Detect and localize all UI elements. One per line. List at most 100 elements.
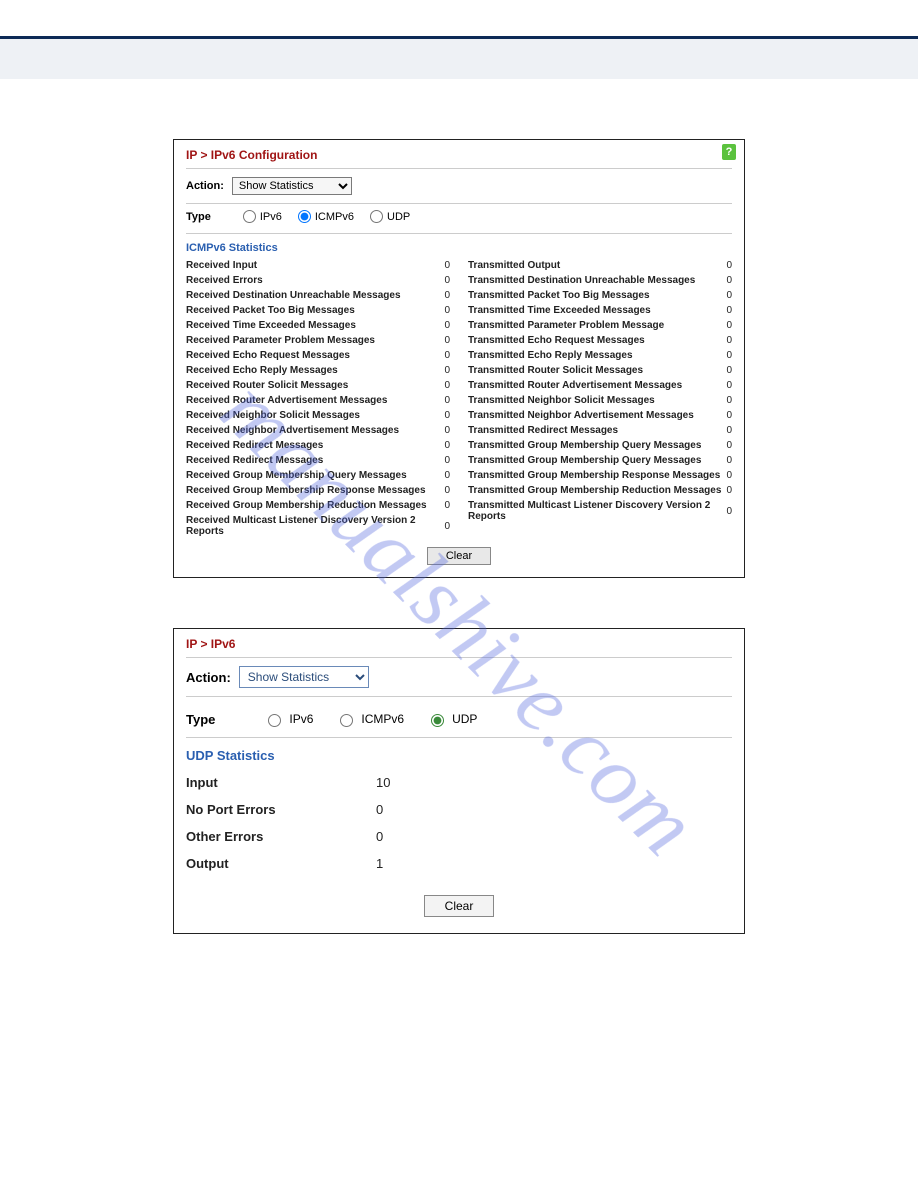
- stat-label: Received Parameter Problem Messages: [186, 335, 375, 346]
- stat-row: Received Echo Reply Messages0: [186, 363, 450, 378]
- stat-value: 0: [726, 380, 732, 391]
- stat-value: 0: [444, 470, 450, 481]
- type-radio-ipv6[interactable]: IPv6: [243, 210, 282, 223]
- type-radio-udp[interactable]: UDP: [426, 711, 477, 727]
- stat-row: Transmitted Redirect Messages 0: [468, 423, 732, 438]
- ipv6-panel: IP > IPv6 Action: Show Statistics Type I…: [173, 628, 745, 934]
- stat-label: Transmitted Router Solicit Messages: [468, 365, 643, 376]
- stat-row: Transmitted Time Exceeded Messages0: [468, 303, 732, 318]
- stat-row: Transmitted Neighbor Advertisement Messa…: [468, 408, 732, 423]
- stat-value: 0: [726, 335, 732, 346]
- type-radio-ipv6-label: IPv6: [289, 712, 313, 726]
- clear-button[interactable]: Clear: [424, 895, 495, 917]
- stat-value: 0: [444, 500, 450, 511]
- stat-row: Transmitted Router Advertisement Message…: [468, 378, 732, 393]
- stat-value: 0: [726, 365, 732, 376]
- stat-label: Transmitted Neighbor Solicit Messages: [468, 395, 655, 406]
- stat-label: Received Router Advertisement Messages: [186, 395, 387, 406]
- stat-row: Received Echo Request Messages 0: [186, 348, 450, 363]
- stat-row: Received Redirect Messages0: [186, 438, 450, 453]
- stat-label: Received Time Exceeded Messages: [186, 320, 356, 331]
- stat-label: Transmitted Packet Too Big Messages: [468, 290, 650, 301]
- stat-label: Received Echo Reply Messages: [186, 365, 338, 376]
- type-radio-group: Type IPv6 ICMPv6 UDP: [186, 204, 732, 234]
- stat-row: Received Router Advertisement Messages0: [186, 393, 450, 408]
- type-radio-icmpv6-input[interactable]: [298, 210, 311, 223]
- stat-value: 1: [376, 856, 406, 871]
- type-radio-udp-input[interactable]: [431, 714, 444, 727]
- stat-row: Transmitted Group Membership Query Messa…: [468, 438, 732, 453]
- clear-button[interactable]: Clear: [427, 547, 491, 565]
- panel-title: IP > IPv6: [186, 637, 732, 658]
- stat-value: 0: [444, 320, 450, 331]
- stats-grid: Received Input0Received Errors0Received …: [186, 258, 732, 539]
- stat-row: Received Group Membership Query Messages…: [186, 468, 450, 483]
- stat-label: Transmitted Echo Request Messages: [468, 335, 645, 346]
- type-radio-ipv6-input[interactable]: [243, 210, 256, 223]
- stat-row: Transmitted Parameter Problem Message0: [468, 318, 732, 333]
- stat-label: Transmitted Destination Unreachable Mess…: [468, 275, 695, 286]
- stat-label: Received Group Membership Response Messa…: [186, 485, 426, 496]
- stat-label: Received Multicast Listener Discovery Ve…: [186, 515, 444, 537]
- header-band: [0, 39, 918, 79]
- stat-value: 0: [444, 440, 450, 451]
- type-radio-icmpv6-label: ICMPv6: [315, 211, 354, 223]
- type-radio-ipv6-input[interactable]: [268, 714, 281, 727]
- stat-value: 0: [444, 350, 450, 361]
- type-radio-ipv6-label: IPv6: [260, 211, 282, 223]
- type-radio-icmpv6[interactable]: ICMPv6: [335, 711, 404, 727]
- type-radio-udp[interactable]: UDP: [370, 210, 410, 223]
- stat-value: 0: [726, 320, 732, 331]
- stat-label: Transmitted Neighbor Advertisement Messa…: [468, 410, 694, 421]
- stat-row: Transmitted Multicast Listener Discovery…: [468, 498, 732, 524]
- type-radio-icmpv6[interactable]: ICMPv6: [298, 210, 354, 223]
- type-radio-ipv6[interactable]: IPv6: [263, 711, 313, 727]
- stat-row: Received Packet Too Big Messages0: [186, 303, 450, 318]
- stat-row: Received Multicast Listener Discovery Ve…: [186, 513, 450, 539]
- stat-value: 0: [726, 350, 732, 361]
- type-radio-icmpv6-input[interactable]: [340, 714, 353, 727]
- stat-label: Output: [186, 856, 376, 871]
- stat-value: 0: [444, 410, 450, 421]
- stat-row: Transmitted Echo Request Messages 0: [468, 333, 732, 348]
- stat-label: Received Input: [186, 260, 257, 271]
- stat-value: 0: [444, 260, 450, 271]
- action-select[interactable]: Show Statistics: [239, 666, 369, 688]
- stat-row: Received Neighbor Advertisement Messages…: [186, 423, 450, 438]
- stat-label: Transmitted Redirect Messages: [468, 425, 618, 436]
- stat-row: Transmitted Destination Unreachable Mess…: [468, 273, 732, 288]
- type-radio-udp-label: UDP: [387, 211, 410, 223]
- stats-left-column: Received Input0Received Errors0Received …: [186, 258, 450, 539]
- type-radio-udp-input[interactable]: [370, 210, 383, 223]
- stat-label: Received Echo Request Messages: [186, 350, 350, 361]
- stat-row: Transmitted Echo Reply Messages0: [468, 348, 732, 363]
- stat-value: 0: [444, 485, 450, 496]
- stat-row: Received Input 0: [186, 258, 450, 273]
- icmpv6-statistics-heading: ICMPv6 Statistics: [186, 234, 732, 258]
- stat-label: Transmitted Multicast Listener Discovery…: [468, 500, 726, 522]
- stat-label: Transmitted Output: [468, 260, 560, 271]
- stat-value: 0: [444, 290, 450, 301]
- stat-row: Transmitted Output0: [468, 258, 732, 273]
- stat-label: Received Neighbor Advertisement Messages: [186, 425, 399, 436]
- stat-label: No Port Errors: [186, 802, 376, 817]
- stat-label: Received Group Membership Reduction Mess…: [186, 500, 427, 511]
- action-row: Action: Show Statistics: [186, 169, 732, 204]
- stat-row: Transmitted Router Solicit Messages 0: [468, 363, 732, 378]
- stat-row: Input10: [186, 769, 732, 796]
- stat-row: No Port Errors0: [186, 796, 732, 823]
- stat-row: Transmitted Group Membership Response Me…: [468, 468, 732, 483]
- panel-title-text: IP > IPv6 Configuration: [186, 148, 317, 162]
- type-radio-udp-label: UDP: [452, 712, 477, 726]
- stat-value: 0: [444, 305, 450, 316]
- stat-value: 0: [444, 275, 450, 286]
- stat-row: Transmitted Neighbor Solicit Messages0: [468, 393, 732, 408]
- type-radio-icmpv6-label: ICMPv6: [361, 712, 404, 726]
- stat-value: 0: [444, 521, 450, 532]
- stat-value: 0: [726, 440, 732, 451]
- stat-value: 0: [444, 425, 450, 436]
- stat-value: 0: [726, 425, 732, 436]
- stat-value: 0: [726, 305, 732, 316]
- action-select[interactable]: Show Statistics: [232, 177, 352, 195]
- help-icon[interactable]: ?: [722, 144, 736, 160]
